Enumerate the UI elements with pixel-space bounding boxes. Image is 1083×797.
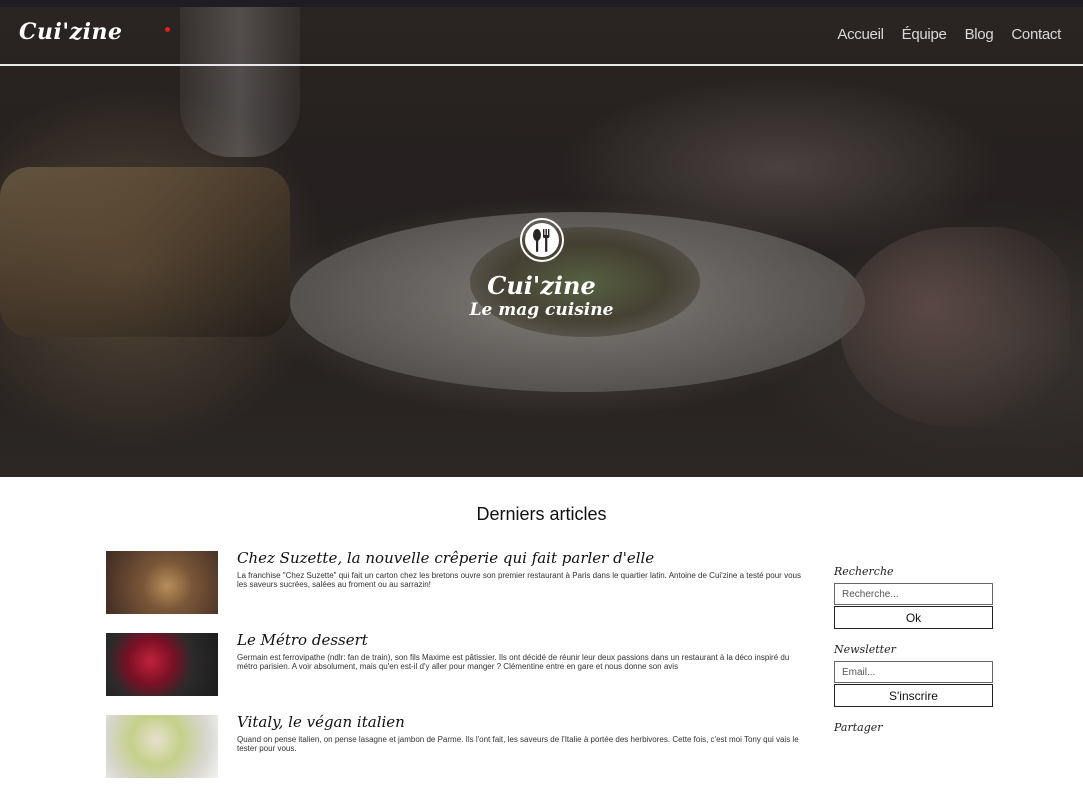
list-item[interactable]: Vitaly, le végan italien Quand on pense … xyxy=(106,713,806,797)
main-nav: Accueil Équipe Blog Contact xyxy=(837,26,1061,43)
nav-item-accueil[interactable]: Accueil xyxy=(837,26,884,43)
search-button[interactable]: Ok xyxy=(834,606,993,629)
site-logo[interactable]: Cui'zine xyxy=(19,19,122,45)
top-navbar: Cui'zine Accueil Équipe Blog Contact xyxy=(0,7,1083,66)
article-thumbnail[interactable] xyxy=(106,633,218,696)
sidebar: Recherche Ok Newsletter S'inscrire Parta… xyxy=(834,565,993,734)
hero-center: Cui'zine Le mag cuisine xyxy=(0,218,1083,320)
subscribe-button[interactable]: S'inscrire xyxy=(834,684,993,707)
fork-spoon-icon xyxy=(519,218,564,262)
top-strip xyxy=(0,0,1083,7)
article-excerpt: Germain est ferrovipathe (ndlr: fan de t… xyxy=(237,653,790,671)
list-item[interactable]: Chez Suzette, la nouvelle crêperie qui f… xyxy=(106,549,806,633)
hero-subtitle: Le mag cuisine xyxy=(469,300,614,320)
list-item[interactable]: Le Métro dessert Germain est ferrovipath… xyxy=(106,631,806,715)
article-title[interactable]: Le Métro dessert xyxy=(237,631,368,649)
article-excerpt: La franchise "Chez Suzette" qui fait un … xyxy=(237,571,801,589)
nav-item-contact[interactable]: Contact xyxy=(1011,26,1061,43)
search-label: Recherche xyxy=(834,565,894,578)
newsletter-label: Newsletter xyxy=(834,643,896,656)
article-excerpt: Quand on pense italien, on pense lasagne… xyxy=(237,735,799,753)
hero-banner: Cui'zine Le mag cuisine xyxy=(0,7,1083,477)
article-list: Chez Suzette, la nouvelle crêperie qui f… xyxy=(106,549,806,797)
article-title[interactable]: Chez Suzette, la nouvelle crêperie qui f… xyxy=(237,549,654,567)
email-field[interactable] xyxy=(834,661,993,683)
article-thumbnail[interactable] xyxy=(106,715,218,778)
hero-title: Cui'zine xyxy=(487,271,596,300)
nav-item-equipe[interactable]: Équipe xyxy=(902,26,947,43)
share-label: Partager xyxy=(834,721,883,734)
accent-dot xyxy=(165,27,170,32)
search-input[interactable] xyxy=(834,583,993,605)
section-title: Derniers articles xyxy=(476,504,607,524)
article-title[interactable]: Vitaly, le végan italien xyxy=(237,713,405,731)
nav-item-blog[interactable]: Blog xyxy=(965,26,994,43)
article-thumbnail[interactable] xyxy=(106,551,218,614)
